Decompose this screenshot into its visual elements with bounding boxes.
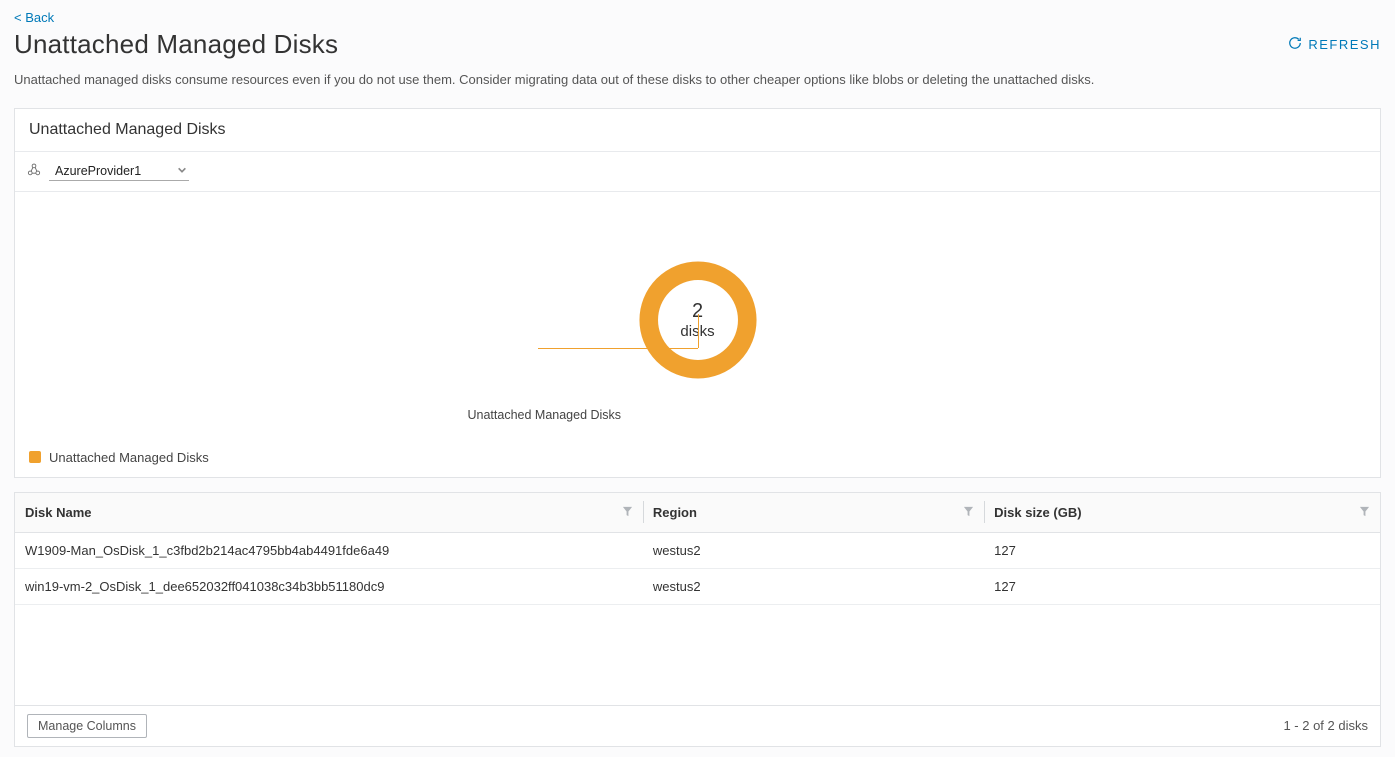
filter-icon[interactable] bbox=[963, 505, 974, 520]
page-description: Unattached managed disks consume resourc… bbox=[14, 70, 1381, 90]
column-header-size[interactable]: Disk size (GB) bbox=[984, 493, 1380, 533]
cell-disk-name: win19-vm-2_OsDisk_1_dee652032ff041038c34… bbox=[15, 568, 643, 604]
donut-callout-label: Unattached Managed Disks bbox=[468, 408, 622, 422]
back-link[interactable]: < Back bbox=[14, 10, 54, 25]
disk-table: Disk Name Region bbox=[15, 493, 1380, 605]
column-header-label: Disk size (GB) bbox=[994, 505, 1081, 520]
grid-empty-space bbox=[15, 605, 1380, 705]
table-row[interactable]: win19-vm-2_OsDisk_1_dee652032ff041038c34… bbox=[15, 568, 1380, 604]
column-header-label: Region bbox=[653, 505, 697, 520]
manage-columns-button[interactable]: Manage Columns bbox=[27, 714, 147, 738]
donut-chart: 2 disks Unattached Managed Disks bbox=[15, 192, 1380, 440]
page-title: Unattached Managed Disks bbox=[14, 29, 338, 60]
provider-icon bbox=[27, 163, 41, 180]
column-header-name[interactable]: Disk Name bbox=[15, 493, 643, 533]
chart-legend: Unattached Managed Disks bbox=[15, 440, 1380, 477]
cell-size: 127 bbox=[984, 532, 1380, 568]
legend-label: Unattached Managed Disks bbox=[49, 450, 209, 465]
cell-region: westus2 bbox=[643, 568, 984, 604]
grid-summary: 1 - 2 of 2 disks bbox=[1283, 718, 1368, 733]
grid-footer: Manage Columns 1 - 2 of 2 disks bbox=[15, 705, 1380, 746]
cell-disk-name: W1909-Man_OsDisk_1_c3fbd2b214ac4795bb4ab… bbox=[15, 532, 643, 568]
cell-size: 127 bbox=[984, 568, 1380, 604]
table-row[interactable]: W1909-Man_OsDisk_1_c3fbd2b214ac4795bb4ab… bbox=[15, 532, 1380, 568]
refresh-label: REFRESH bbox=[1308, 37, 1381, 52]
provider-filter-row: AzureProvider1 bbox=[15, 152, 1380, 192]
legend-swatch bbox=[29, 451, 41, 463]
filter-icon[interactable] bbox=[622, 505, 633, 520]
filter-icon[interactable] bbox=[1359, 505, 1370, 520]
disk-table-card: Disk Name Region bbox=[14, 492, 1381, 747]
donut-leader-line bbox=[698, 314, 699, 348]
column-header-region[interactable]: Region bbox=[643, 493, 984, 533]
panel-title: Unattached Managed Disks bbox=[15, 109, 1380, 152]
refresh-icon bbox=[1288, 36, 1302, 53]
provider-select-value: AzureProvider1 bbox=[55, 164, 141, 178]
refresh-button[interactable]: REFRESH bbox=[1288, 36, 1381, 53]
chevron-down-icon bbox=[177, 164, 187, 178]
cell-region: westus2 bbox=[643, 532, 984, 568]
provider-select[interactable]: AzureProvider1 bbox=[49, 162, 189, 181]
column-header-label: Disk Name bbox=[25, 505, 91, 520]
chart-panel: Unattached Managed Disks AzureProvider1 … bbox=[14, 108, 1381, 478]
